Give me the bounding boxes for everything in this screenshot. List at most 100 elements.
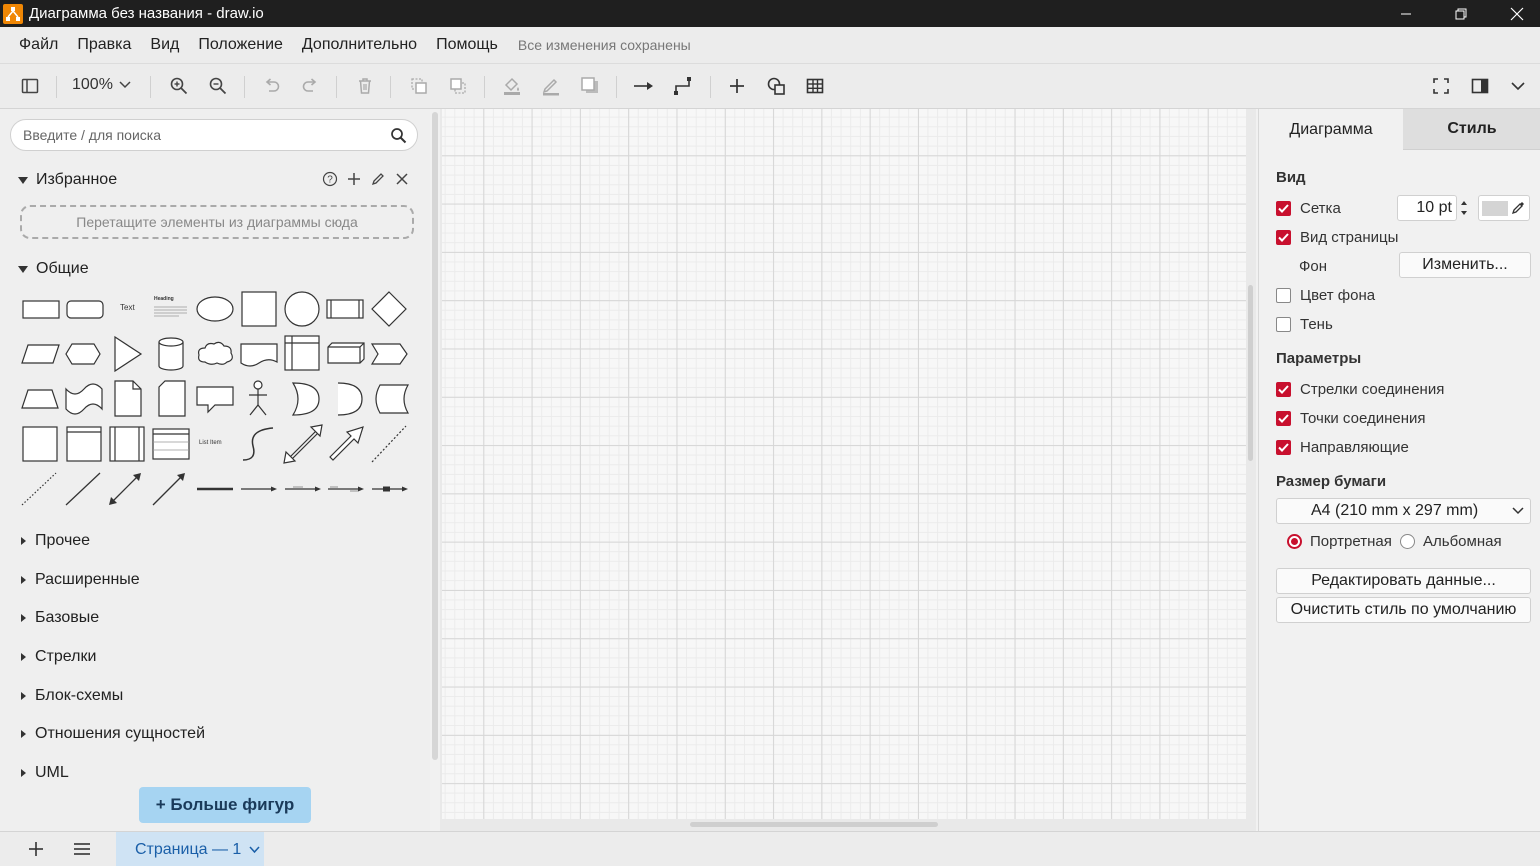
shape-cylinder[interactable] [149,332,193,376]
format-panel-button[interactable] [1468,74,1492,98]
to-front-button[interactable] [407,74,431,98]
shape-bidirectional-arrow[interactable] [281,422,325,466]
shape-connector-arrow[interactable] [237,467,281,511]
page-view-option[interactable]: Вид страницы [1276,229,1398,246]
shape-parallelogram[interactable] [18,332,62,376]
shape-connector-label-arrow[interactable] [281,467,325,511]
shape-dashed-line[interactable] [368,422,412,466]
connection-arrows-option[interactable]: Стрелки соединения [1276,381,1444,398]
tab-diagram[interactable]: Диаграмма [1259,109,1403,150]
shape-tape[interactable] [62,377,106,421]
zoom-dropdown[interactable]: 100% [72,76,131,94]
shape-line[interactable] [62,467,106,511]
bg-color-checkbox[interactable] [1276,288,1291,303]
portrait-option[interactable]: Портретная [1287,533,1392,550]
shape-rounded-rectangle[interactable] [62,287,106,331]
connection-points-checkbox[interactable] [1276,411,1291,426]
section-uml[interactable]: UML [18,764,69,782]
add-page-button[interactable] [28,841,44,860]
more-shapes-button[interactable]: + Больше фигур [139,787,311,823]
delete-button[interactable] [353,74,377,98]
shape-delay[interactable] [324,377,368,421]
grid-size-input[interactable]: 10 pt [1397,195,1457,221]
shape-stored-data[interactable] [368,377,412,421]
shape-cloud[interactable] [193,332,237,376]
diagram-canvas[interactable] [442,109,1246,819]
menu-arrange[interactable]: Положение [198,36,283,54]
zoom-in-button[interactable] [167,74,191,98]
shadow-checkbox[interactable] [1276,317,1291,332]
shape-note[interactable] [105,377,149,421]
page-tab[interactable]: Страница — 1 [116,832,264,866]
shape-cube[interactable] [324,332,368,376]
shape-connector-symbol-arrow[interactable] [368,467,412,511]
section-advanced[interactable]: Расширенные [18,571,140,589]
redo-button[interactable] [298,74,322,98]
edit-icon[interactable] [370,171,386,187]
help-icon[interactable]: ? [322,171,338,187]
canvas-horizontal-scrollbar[interactable] [690,822,938,827]
shape-text[interactable]: Text [105,287,149,331]
shape-swimlane[interactable] [62,422,106,466]
fullscreen-button[interactable] [1429,74,1453,98]
connection-style-button[interactable] [632,74,656,98]
shape-square[interactable] [237,287,281,331]
restore-button[interactable] [1433,0,1489,27]
add-icon[interactable] [346,171,362,187]
undo-button[interactable] [260,74,284,98]
shape-document[interactable] [237,332,281,376]
grid-option[interactable]: Сетка [1276,200,1341,217]
shape-vertical-container[interactable] [105,422,149,466]
fill-color-button[interactable] [500,74,524,98]
shape-container[interactable] [18,422,62,466]
menu-file[interactable]: Файл [19,36,58,54]
page-view-checkbox[interactable] [1276,230,1291,245]
sidebar-toggle-button[interactable] [18,74,42,98]
guides-checkbox[interactable] [1276,440,1291,455]
zoom-out-button[interactable] [206,74,230,98]
line-color-button[interactable] [539,74,563,98]
clear-default-style-button[interactable]: Очистить стиль по умолчанию [1276,597,1531,623]
section-basic[interactable]: Базовые [18,609,99,627]
grid-checkbox[interactable] [1276,201,1291,216]
bg-color-option[interactable]: Цвет фона [1276,287,1375,304]
shape-textbox[interactable]: Heading [149,287,193,331]
grid-color-picker[interactable] [1478,195,1530,221]
shadow-button[interactable] [578,74,602,98]
shape-rectangle[interactable] [18,287,62,331]
shadow-option[interactable]: Тень [1276,316,1333,333]
to-back-button[interactable] [446,74,470,98]
section-misc[interactable]: Прочее [18,532,90,550]
chevron-down-icon[interactable] [249,845,260,854]
shape-bidirectional-connector[interactable] [105,467,149,511]
search-input[interactable] [23,127,383,143]
shape-directional-connector[interactable] [149,467,193,511]
sidebar-scrollbar[interactable] [432,112,438,760]
favorites-header[interactable]: Избранное [18,171,117,189]
shapes-button[interactable] [764,74,788,98]
shape-process[interactable] [324,287,368,331]
pages-menu-button[interactable] [73,841,91,860]
shape-actor[interactable] [237,377,281,421]
grid-size-stepper[interactable] [1458,195,1470,221]
favorites-dropzone[interactable]: Перетащите элементы из диаграммы сюда [20,205,414,239]
section-flowchart[interactable]: Блок-схемы [18,687,123,705]
tab-style[interactable]: Стиль [1403,109,1540,150]
shape-diamond[interactable] [368,287,412,331]
menu-extras[interactable]: Дополнительно [302,36,417,54]
shape-dotted-line[interactable] [18,467,62,511]
shape-arrow[interactable] [324,422,368,466]
edit-data-button[interactable]: Редактировать данные... [1276,568,1531,594]
guides-option[interactable]: Направляющие [1276,439,1409,456]
shape-list[interactable] [149,422,193,466]
shape-connector-labels-arrow[interactable] [324,467,368,511]
waypoints-button[interactable] [671,74,695,98]
shape-ellipse[interactable] [193,287,237,331]
shape-callout[interactable] [193,377,237,421]
close-icon[interactable] [394,171,410,187]
shape-internal-storage[interactable] [281,332,325,376]
canvas-vertical-scrollbar[interactable] [1248,285,1253,461]
table-button[interactable] [803,74,827,98]
shape-hexagon[interactable] [62,332,106,376]
landscape-option[interactable]: Альбомная [1400,533,1502,550]
